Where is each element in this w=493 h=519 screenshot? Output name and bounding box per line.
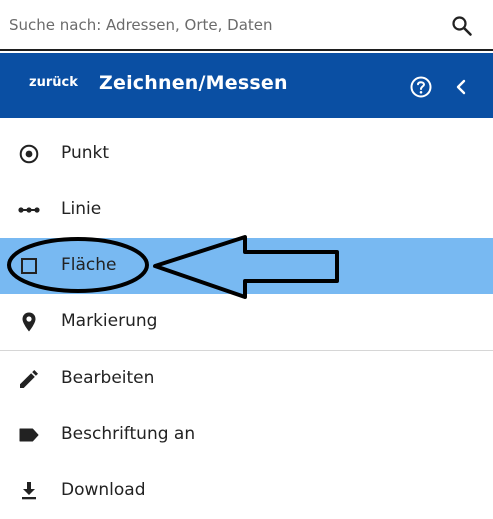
menu-item-punkt[interactable]: Punkt: [0, 126, 493, 182]
menu-item-linie[interactable]: Linie: [0, 182, 493, 238]
menu-item-label: Fläche: [61, 255, 117, 275]
menu-item-label: Beschriftung an: [61, 424, 196, 444]
menu-item-flaeche[interactable]: Fläche: [0, 238, 493, 294]
menu-item-download[interactable]: Download: [0, 463, 493, 519]
menu-item-label: Bearbeiten: [61, 368, 155, 388]
menu-item-markierung[interactable]: Markierung: [0, 294, 493, 350]
search-input[interactable]: [0, 0, 440, 49]
menu-item-label: Punkt: [61, 143, 110, 163]
pencil-icon: [20, 370, 38, 388]
draw-measure-menu: Punkt Linie Fläche Markierung Bearbeiten: [0, 126, 493, 519]
line-icon: [18, 207, 40, 213]
chevron-left-icon[interactable]: [451, 75, 471, 99]
polygon-icon: [21, 258, 37, 274]
download-icon: [22, 482, 36, 500]
label-tag-icon: [19, 428, 39, 442]
marker-icon: [22, 312, 36, 332]
point-icon: [19, 144, 39, 164]
menu-item-beschriftung[interactable]: Beschriftung an: [0, 407, 493, 463]
back-button[interactable]: zurück: [29, 75, 78, 90]
menu-item-label: Markierung: [61, 311, 158, 331]
menu-item-label: Download: [61, 480, 146, 500]
panel-header: zurück Zeichnen/Messen: [0, 53, 493, 118]
search-icon[interactable]: [450, 14, 474, 38]
menu-item-bearbeiten[interactable]: Bearbeiten: [0, 351, 493, 407]
help-icon[interactable]: [409, 75, 433, 99]
menu-item-label: Linie: [61, 199, 102, 219]
panel-title: Zeichnen/Messen: [99, 72, 288, 94]
search-bar: [0, 0, 493, 51]
